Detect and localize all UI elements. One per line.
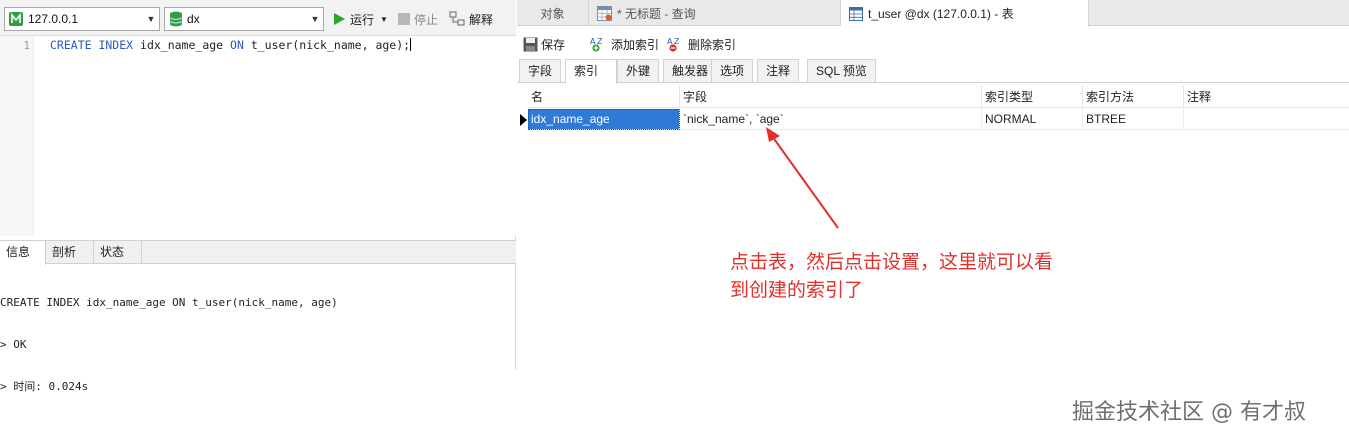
tab-indexes[interactable]: 索引 — [565, 59, 617, 84]
query-editor-pane: 127.0.0.1 ▼ dx ▼ 运行 ▼ 停止 解释 1 CREATE IND… — [0, 0, 516, 393]
result-tabs: 信息 剖析 状态 — [0, 240, 516, 265]
index-method-cell[interactable]: BTREE — [1083, 109, 1184, 130]
delete-index-label: 删除索引 — [688, 37, 737, 52]
explain-icon — [449, 11, 465, 27]
explain-label: 解释 — [469, 12, 494, 27]
design-tabs: 字段 索引 外键 触发器 选项 注释 SQL 预览 — [517, 59, 1349, 84]
index-type-cell[interactable]: NORMAL — [982, 109, 1083, 130]
code-text: idx_name_age — [133, 38, 231, 52]
table-icon — [849, 6, 863, 21]
save-label: 保存 — [541, 37, 566, 52]
save-icon — [523, 37, 538, 52]
message-log: CREATE INDEX idx_name_age ON t_user(nick… — [0, 268, 516, 422]
tab-sql-preview[interactable]: SQL 预览 — [807, 59, 876, 82]
column-header-comment[interactable]: 注释 — [1184, 86, 1349, 108]
stop-label: 停止 — [414, 12, 439, 27]
line-gutter: 1 — [0, 36, 34, 236]
tab-objects[interactable]: 对象 — [517, 0, 589, 26]
index-name-cell[interactable]: idx_name_age — [528, 109, 680, 130]
tab-table-design[interactable]: t_user @dx (127.0.0.1) - 表 — [841, 0, 1089, 27]
code-line[interactable]: CREATE INDEX idx_name_age ON t_user(nick… — [50, 38, 412, 52]
sql-editor[interactable]: 1 CREATE INDEX idx_name_age ON t_user(ni… — [0, 36, 516, 236]
tab-profile[interactable]: 剖析 — [46, 241, 94, 264]
log-line: > 时间: 0.024s — [0, 380, 89, 393]
table-designer-pane: 对象 * 无标题 - 查询 t_user @dx (127.0.0.1) - 表… — [517, 0, 1349, 370]
stop-icon — [398, 13, 410, 25]
column-header-fields[interactable]: 字段 — [680, 86, 982, 108]
delete-index-icon: AZ — [667, 36, 685, 52]
annotation-line: 到创建的索引了 — [730, 279, 864, 301]
save-button[interactable]: 保存 — [523, 34, 565, 54]
column-header-name[interactable]: 名 — [528, 86, 680, 108]
chevron-down-icon: ▼ — [146, 14, 156, 24]
delete-index-button[interactable]: AZ 删除索引 — [667, 34, 736, 54]
code-text: t_user(nick_name, age); — [243, 38, 411, 52]
tab-untitled-query-label: * 无标题 - 查询 — [617, 6, 696, 21]
run-label: 运行 — [350, 12, 375, 27]
code-keyword: CREATE INDEX — [50, 38, 134, 52]
database-value: dx — [187, 12, 200, 26]
connection-icon — [8, 11, 24, 27]
query-toolbar: 127.0.0.1 ▼ dx ▼ 运行 ▼ 停止 解释 — [0, 0, 516, 36]
tab-fields[interactable]: 字段 — [519, 59, 562, 82]
tab-options[interactable]: 选项 — [711, 59, 754, 82]
add-index-icon: AZ — [590, 36, 608, 52]
column-header-index-type[interactable]: 索引类型 — [982, 86, 1083, 108]
stop-button[interactable]: 停止 — [398, 8, 438, 30]
run-dropdown-icon[interactable]: ▼ — [380, 15, 388, 24]
tab-status[interactable]: 状态 — [94, 241, 142, 264]
connection-value: 127.0.0.1 — [28, 12, 79, 26]
play-icon — [332, 12, 346, 26]
window-tab-bar: 对象 * 无标题 - 查询 t_user @dx (127.0.0.1) - 表 — [517, 0, 1349, 27]
query-icon — [597, 5, 612, 21]
svg-text:Z: Z — [674, 37, 680, 46]
annotation-arrow — [766, 127, 839, 229]
tab-table-design-label: t_user @dx (127.0.0.1) - 表 — [868, 7, 1014, 21]
watermark: 掘金技术社区 @ 有才叔 — [1072, 400, 1306, 425]
tab-foreign-keys[interactable]: 外键 — [617, 59, 660, 82]
log-line: CREATE INDEX idx_name_age ON t_user(nick… — [0, 296, 338, 309]
database-icon — [169, 11, 183, 27]
chevron-down-icon: ▼ — [310, 14, 320, 24]
add-index-label: 添加索引 — [611, 37, 660, 52]
run-button[interactable]: 运行 ▼ — [332, 8, 388, 30]
database-select[interactable]: dx ▼ — [164, 7, 324, 31]
svg-text:Z: Z — [597, 37, 603, 46]
index-comment-cell[interactable] — [1184, 109, 1349, 130]
text-caret — [410, 38, 412, 51]
column-header-index-method[interactable]: 索引方法 — [1083, 86, 1184, 108]
log-line: > OK — [0, 338, 27, 351]
connection-select[interactable]: 127.0.0.1 ▼ — [4, 7, 160, 31]
code-keyword: ON — [230, 38, 244, 52]
table-action-bar: 保存 AZ 添加索引 AZ 删除索引 — [517, 30, 1349, 58]
add-index-button[interactable]: AZ 添加索引 — [590, 34, 659, 54]
annotation-line: 点击表，然后点击设置，这里就可以看 — [730, 251, 1054, 273]
annotation-text: 点击表，然后点击设置，这里就可以看 到创建的索引了 — [730, 248, 1130, 304]
current-row-indicator — [520, 114, 527, 126]
tab-objects-label: 对象 — [540, 6, 565, 21]
line-number: 1 — [23, 39, 30, 52]
explain-button[interactable]: 解释 — [449, 8, 493, 30]
tab-triggers[interactable]: 触发器 — [663, 59, 718, 82]
tab-untitled-query[interactable]: * 无标题 - 查询 — [589, 0, 841, 26]
tab-info[interactable]: 信息 — [0, 241, 46, 265]
tab-comments[interactable]: 注释 — [757, 59, 800, 82]
